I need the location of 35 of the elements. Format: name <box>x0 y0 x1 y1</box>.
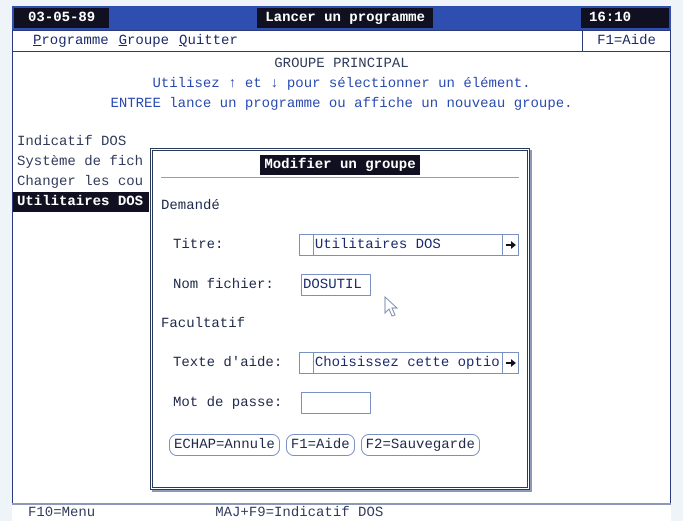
instruction-text: Utilisez ↑ et ↓ pour sélectionner un élément. <box>151 75 532 94</box>
program-item[interactable]: Système de fich <box>13 152 144 172</box>
menu-item[interactable]: Groupe <box>118 31 170 51</box>
help-key[interactable]: F1=Aide <box>582 31 670 51</box>
field-label: Texte d'aide: <box>173 354 284 373</box>
dialog-button[interactable]: F1=Aide <box>286 434 355 456</box>
status-text: MAJ+F9=Indicatif DOS <box>215 504 384 521</box>
cursor-icon <box>384 296 398 318</box>
input-field[interactable] <box>301 392 371 414</box>
status-text: F10=Menu <box>28 504 96 521</box>
program-item[interactable]: Utilitaires DOS <box>13 192 149 212</box>
section-heading: Demandé <box>161 197 220 216</box>
menu-item[interactable]: Quitter <box>179 31 238 51</box>
program-item[interactable]: Changer les cou <box>13 172 144 192</box>
field-label: Nom fichier: <box>173 276 275 295</box>
input-field[interactable]: Utilitaires DOS <box>298 234 519 256</box>
input-field[interactable]: Choisissez cette optio <box>298 352 519 374</box>
input-field[interactable]: DOSUTIL <box>301 274 371 296</box>
dialog-button[interactable]: F2=Sauvegarde <box>360 434 480 456</box>
section-heading: Facultatif <box>161 315 246 334</box>
field-value: Choisissez cette optio <box>314 354 501 373</box>
group-title: GROUPE PRINCIPAL <box>273 55 410 74</box>
menu-item[interactable]: Programme <box>33 31 109 51</box>
dialog-title: Modifier un groupe <box>260 155 420 175</box>
field-value: Utilitaires DOS <box>314 236 442 255</box>
field-label: Titre: <box>173 236 224 255</box>
window-title: Lancer un programme <box>257 8 433 28</box>
arrow-icon[interactable] <box>502 353 518 373</box>
arrow-icon[interactable] <box>502 235 518 255</box>
program-item[interactable]: Indicatif DOS <box>13 132 126 152</box>
instruction-text: ENTREE lance un programme ou affiche un nouveau groupe. <box>109 95 574 114</box>
dialog-button[interactable]: ECHAP=Annule <box>169 434 280 456</box>
date-text: 03-05-89 <box>14 8 110 28</box>
field-label: Mot de passe: <box>173 394 284 413</box>
time-text: 16:10 <box>580 8 669 28</box>
